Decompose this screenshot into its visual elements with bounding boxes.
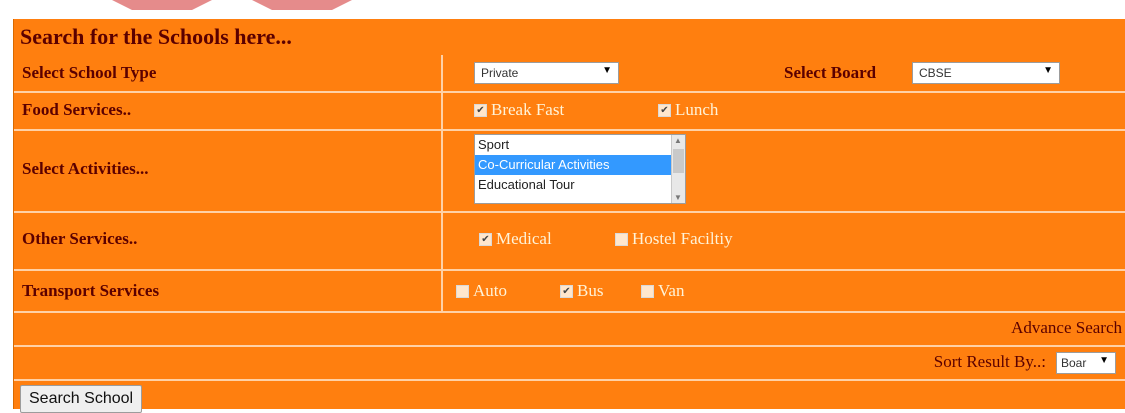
other-services-label: Other Services.. bbox=[22, 229, 138, 248]
chevron-down-icon: ▼ bbox=[1043, 65, 1053, 76]
check-icon: ✔ bbox=[474, 103, 487, 117]
food-services-label: Food Services.. bbox=[22, 100, 132, 119]
row-divider bbox=[441, 91, 443, 129]
other-services-row: Other Services.. ✔ Medical Hostel Facilt… bbox=[14, 211, 1125, 271]
sort-row: Sort Result By..: Boar ▼ bbox=[14, 345, 1125, 381]
row-divider bbox=[441, 211, 443, 269]
school-type-select[interactable]: Private ▼ bbox=[474, 62, 619, 84]
van-checkbox[interactable]: Van bbox=[641, 281, 684, 301]
check-icon: ✔ bbox=[479, 232, 492, 246]
school-search-form: Search for the Schools here... Select Sc… bbox=[13, 19, 1125, 413]
activities-row: Select Activities... Sport Co-Curricular… bbox=[14, 129, 1125, 213]
lunch-checkbox[interactable]: ✔ Lunch bbox=[658, 100, 718, 120]
row-divider bbox=[441, 129, 443, 211]
breakfast-label: Break Fast bbox=[491, 100, 565, 119]
van-label: Van bbox=[658, 281, 685, 300]
auto-label: Auto bbox=[473, 281, 507, 300]
activities-listbox[interactable]: Sport Co-Curricular Activities Education… bbox=[474, 134, 686, 204]
board-select[interactable]: CBSE ▼ bbox=[912, 62, 1060, 84]
sort-select[interactable]: Boar ▼ bbox=[1056, 352, 1116, 374]
hostel-label: Hostel Faciltiy bbox=[632, 229, 733, 248]
activity-option-sport[interactable]: Sport bbox=[475, 135, 685, 155]
row-divider bbox=[441, 269, 443, 311]
activities-label: Select Activities... bbox=[22, 159, 149, 178]
advance-search-link[interactable]: Advance Search bbox=[1011, 318, 1122, 338]
transport-row: Transport Services Auto ✔ Bus Van bbox=[14, 269, 1125, 313]
sort-value: Boar bbox=[1061, 356, 1087, 370]
scroll-thumb[interactable] bbox=[673, 149, 684, 173]
school-type-value: Private bbox=[481, 66, 519, 80]
auto-checkbox[interactable]: Auto bbox=[456, 281, 507, 301]
check-icon: ✔ bbox=[658, 103, 671, 117]
row-divider bbox=[441, 55, 443, 91]
medical-label: Medical bbox=[496, 229, 552, 248]
checkbox-empty-icon bbox=[641, 284, 654, 298]
logo-shape-left bbox=[112, 0, 212, 10]
activity-option-co-curricular[interactable]: Co-Curricular Activities bbox=[475, 155, 685, 175]
check-icon: ✔ bbox=[560, 284, 573, 298]
chevron-down-icon: ▼ bbox=[602, 65, 612, 76]
school-type-row: Select School Type Private ▼ Select Boar… bbox=[14, 55, 1125, 93]
bus-label: Bus bbox=[577, 281, 604, 300]
logo-shape-right bbox=[252, 0, 352, 10]
scroll-up-icon: ▲ bbox=[674, 136, 682, 145]
school-type-label: Select School Type bbox=[22, 63, 157, 82]
form-title: Search for the Schools here... bbox=[20, 24, 292, 49]
scroll-down-icon: ▼ bbox=[674, 193, 682, 202]
lunch-label: Lunch bbox=[675, 100, 719, 119]
advance-search-row: Advance Search bbox=[14, 311, 1125, 347]
sort-label: Sort Result By..: bbox=[933, 352, 1046, 371]
medical-checkbox[interactable]: ✔ Medical bbox=[479, 229, 552, 249]
breakfast-checkbox[interactable]: ✔ Break Fast bbox=[474, 100, 564, 120]
transport-label: Transport Services bbox=[22, 281, 160, 300]
food-services-row: Food Services.. ✔ Break Fast ✔ Lunch bbox=[14, 91, 1125, 131]
listbox-scrollbar[interactable]: ▲ ▼ bbox=[671, 135, 685, 203]
board-value: CBSE bbox=[919, 66, 952, 80]
hostel-checkbox[interactable]: Hostel Faciltiy bbox=[615, 229, 733, 249]
checkbox-empty-icon bbox=[615, 232, 628, 246]
bus-checkbox[interactable]: ✔ Bus bbox=[560, 281, 603, 301]
activity-option-educational-tour[interactable]: Educational Tour bbox=[475, 175, 685, 195]
checkbox-empty-icon bbox=[456, 284, 469, 298]
board-label: Select Board bbox=[784, 63, 877, 82]
chevron-down-icon: ▼ bbox=[1099, 355, 1109, 366]
